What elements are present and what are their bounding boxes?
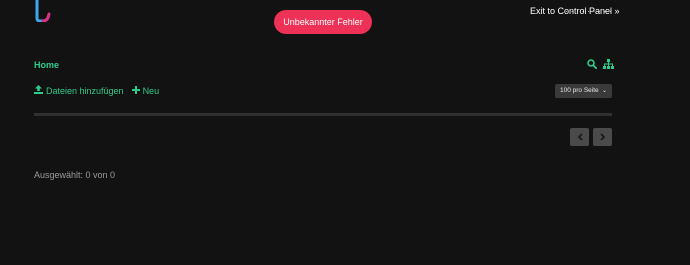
breadcrumb-home[interactable]: Home [34, 60, 59, 70]
divider [34, 113, 612, 116]
error-badge[interactable]: Unbekannter Fehler [274, 10, 372, 34]
search-icon[interactable] [587, 59, 597, 69]
upload-icon [34, 85, 43, 96]
sitemap-icon[interactable] [603, 59, 614, 69]
chevron-down-icon: ⌄ [601, 88, 607, 94]
new-button[interactable]: Neu [131, 85, 160, 96]
next-page-button[interactable] [593, 128, 612, 146]
chevron-left-icon [577, 133, 583, 141]
toolbar-actions: Dateien hinzufügen Neu [34, 85, 159, 96]
upload-files-button[interactable]: Dateien hinzufügen [34, 85, 124, 96]
per-page-value: 100 pro Seite [560, 87, 599, 94]
chevron-right-icon [599, 133, 605, 141]
header-icons [587, 59, 614, 69]
breadcrumb: Home [34, 60, 59, 70]
selection-status: Ausgewählt: 0 von 0 [34, 170, 116, 180]
pagination [570, 128, 612, 146]
app-logo[interactable] [34, 0, 52, 23]
exit-control-panel-link[interactable]: Exit to Control Panel » [530, 6, 620, 16]
upload-label: Dateien hinzufügen [46, 85, 124, 96]
per-page-select[interactable]: 100 pro Seite ⌄ [555, 84, 612, 98]
new-label: Neu [142, 85, 160, 96]
file-manager-page: Unbekannter Fehler · · · · · · · · · Exi… [0, 0, 690, 265]
previous-page-button[interactable] [570, 128, 589, 146]
plus-icon [131, 85, 140, 96]
